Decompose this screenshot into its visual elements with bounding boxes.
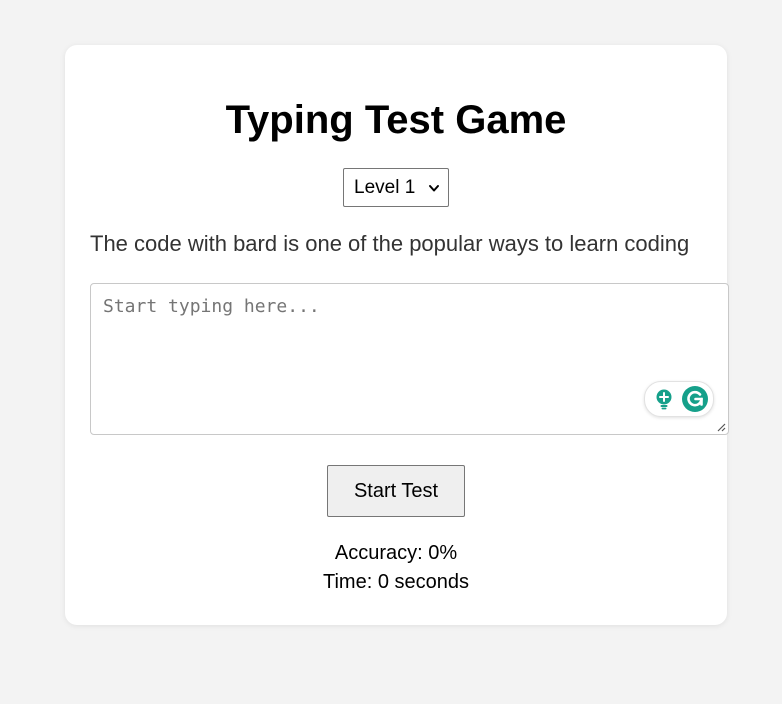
level-select-value: Level 1 — [354, 176, 416, 198]
level-select[interactable]: Level 1 — [343, 168, 449, 207]
typing-test-card: Typing Test Game Level 1 The code with b… — [65, 45, 729, 625]
typing-input[interactable]: Start typing here... — [90, 283, 729, 435]
accuracy-readout: Accuracy: 0% — [334, 542, 458, 564]
start-test-button[interactable]: Start Test — [327, 465, 465, 517]
grammarly-widget[interactable] — [644, 381, 714, 417]
grammarly-logo-icon[interactable] — [681, 385, 709, 413]
chevron-down-icon — [429, 184, 439, 191]
resize-handle-icon[interactable] — [716, 422, 726, 432]
target-sentence: The code with bard is one of the popular… — [90, 231, 690, 256]
time-readout: Time: 0 seconds — [323, 571, 469, 593]
typing-input-placeholder: Start typing here... — [103, 296, 320, 317]
lightbulb-icon[interactable] — [653, 388, 675, 410]
page-title: Typing Test Game — [225, 98, 567, 142]
